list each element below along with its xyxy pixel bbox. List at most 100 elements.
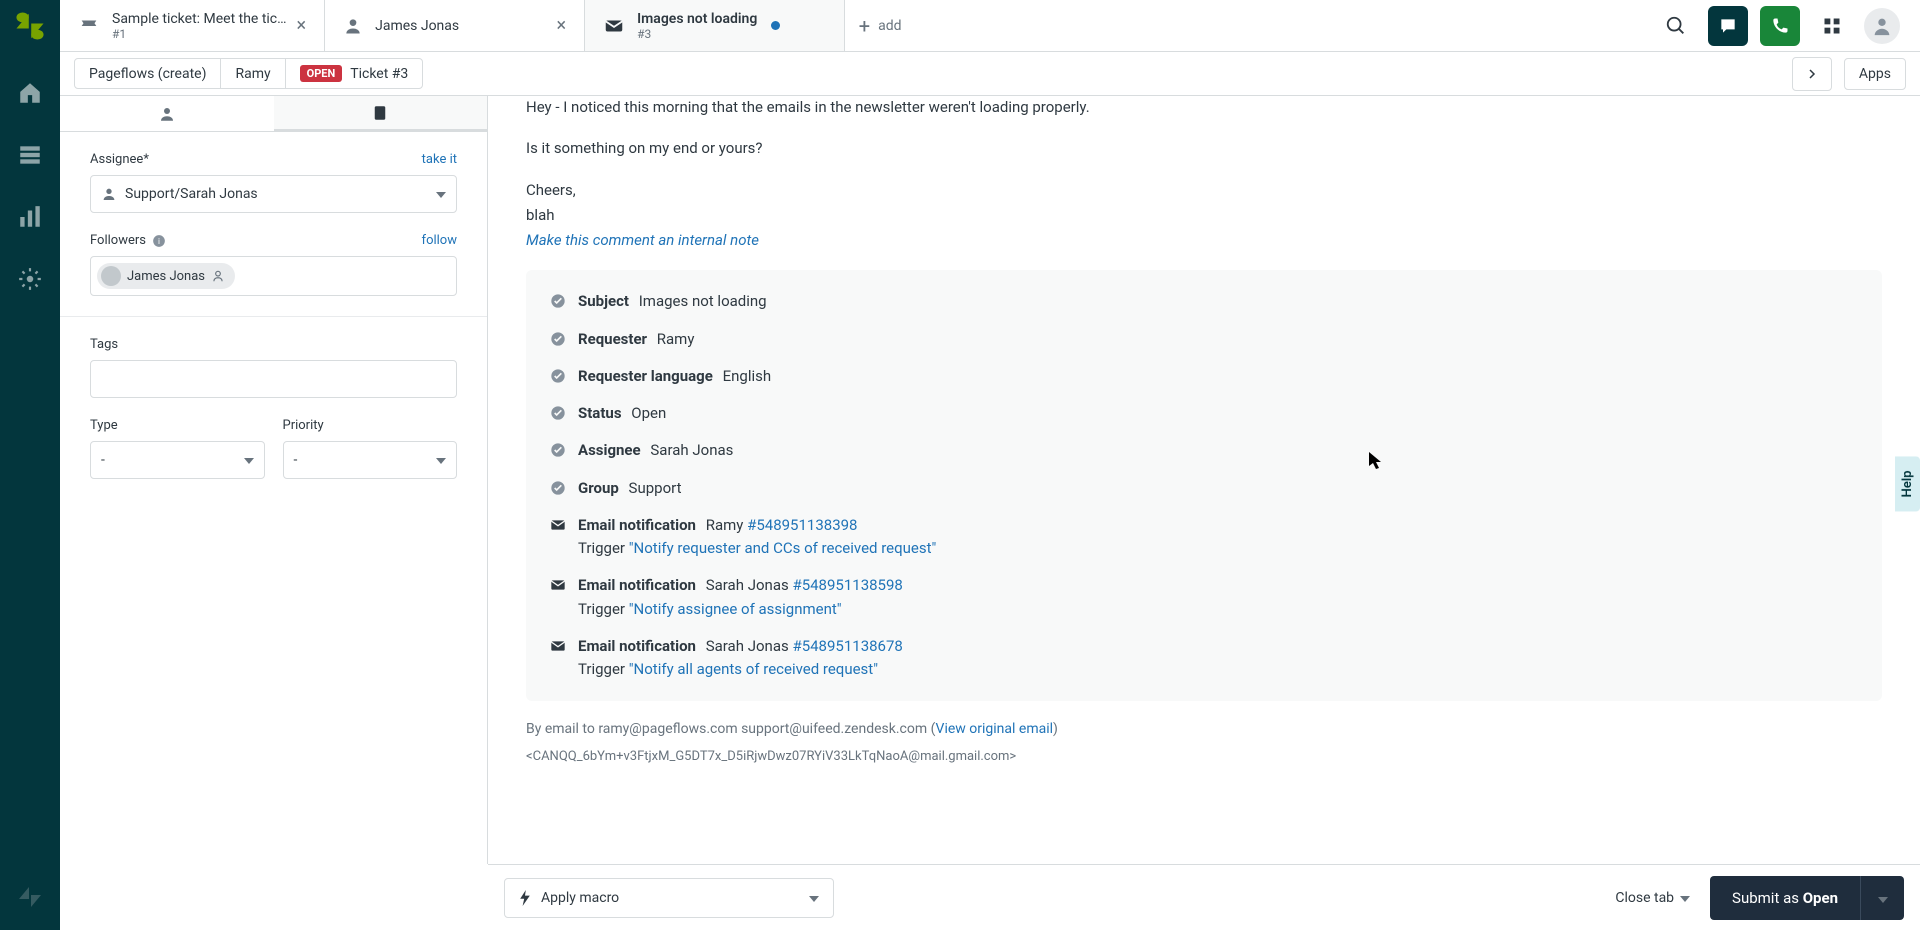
mouse-cursor-icon [1368, 451, 1384, 471]
close-tab-button[interactable]: Close tab [1615, 890, 1690, 906]
message-line: Hey - I noticed this morning that the em… [526, 96, 1882, 119]
tags-input[interactable] [90, 360, 457, 398]
status-badge: OPEN [300, 65, 343, 82]
signature: Cheers, [526, 179, 1882, 202]
type-select[interactable]: - [90, 441, 265, 479]
mail-icon [550, 517, 566, 533]
lightning-icon [519, 890, 531, 906]
apps-panel-button[interactable]: Apps [1844, 58, 1906, 90]
chevron-down-icon [1878, 888, 1888, 907]
follower-name: James Jonas [127, 269, 205, 284]
event-link[interactable]: #548951138598 [792, 576, 902, 594]
event-value: Ramy [657, 330, 695, 348]
trigger-link[interactable]: "Notify all agents of received request" [629, 660, 878, 678]
tab-ticket-1[interactable]: Sample ticket: Meet the tic… #1 × [60, 0, 325, 51]
next-ticket-button[interactable] [1792, 57, 1832, 91]
trigger-link[interactable]: "Notify requester and CCs of received re… [629, 539, 937, 557]
submit-dropdown-button[interactable] [1860, 876, 1904, 920]
message-line: Is it something on my end or yours? [526, 137, 1882, 160]
check-circle-icon [550, 405, 566, 421]
tab-title: Images not loading [637, 11, 757, 27]
event-value: Sarah Jonas [706, 637, 789, 655]
take-it-link[interactable]: take it [422, 152, 457, 167]
event-label: Group [578, 479, 619, 497]
help-tab[interactable]: Help [1895, 456, 1920, 511]
event-row: Email notification Ramy #548951138398Tri… [550, 514, 1858, 561]
event-value: Support [629, 479, 682, 497]
event-label: Email notification [578, 516, 696, 534]
make-internal-note-link[interactable]: Make this comment an internal note [526, 231, 759, 249]
check-circle-icon [550, 293, 566, 309]
event-label: Requester language [578, 367, 713, 385]
assignee-select[interactable]: Support/Sarah Jonas [90, 175, 457, 213]
chevron-down-icon [436, 186, 446, 202]
tab-title: Sample ticket: Meet the tic… [112, 11, 287, 27]
submit-button[interactable]: Submit as Open [1710, 889, 1860, 907]
event-label: Email notification [578, 576, 696, 594]
breadcrumb-org[interactable]: Pageflows (create) [75, 59, 221, 88]
chevron-down-icon [244, 452, 254, 468]
breadcrumb-ticket[interactable]: OPEN Ticket #3 [286, 59, 423, 88]
search-button[interactable] [1656, 6, 1696, 46]
ticket-events-card: Subject Images not loading Requester Ramy… [526, 270, 1882, 701]
event-label: Status [578, 404, 622, 422]
tab-user-james[interactable]: James Jonas × [325, 0, 585, 51]
views-icon[interactable] [17, 142, 43, 168]
check-circle-icon [550, 442, 566, 458]
info-icon[interactable]: i [152, 234, 166, 248]
mail-icon [550, 638, 566, 654]
user-outline-icon [211, 269, 225, 283]
follower-chip[interactable]: James Jonas [97, 263, 235, 289]
event-row: Group Support [550, 477, 1858, 500]
add-tab-button[interactable]: + add [845, 0, 915, 51]
zendesk-logo-icon[interactable] [14, 10, 46, 42]
event-link[interactable]: #548951138678 [792, 637, 902, 655]
event-row: Requester Ramy [550, 328, 1858, 351]
zendesk-footer-icon[interactable] [17, 884, 43, 910]
chevron-down-icon [809, 890, 819, 906]
event-value: Images not loading [639, 292, 767, 310]
event-label: Assignee [578, 441, 641, 459]
priority-value: - [294, 452, 298, 468]
event-value: Ramy [706, 516, 744, 534]
priority-select[interactable]: - [283, 441, 458, 479]
trigger-link[interactable]: "Notify assignee of assignment" [629, 600, 842, 618]
assignee-label: Assignee* [90, 152, 149, 167]
event-label: Email notification [578, 637, 696, 655]
close-icon[interactable]: × [287, 15, 307, 36]
call-button[interactable] [1760, 6, 1800, 46]
tab-subtitle: #1 [112, 27, 287, 41]
event-row: Email notification Sarah Jonas #54895113… [550, 574, 1858, 621]
followers-input[interactable]: James Jonas [90, 256, 457, 296]
tags-label: Tags [90, 337, 457, 352]
event-row: Requester language English [550, 365, 1858, 388]
ticket-tab[interactable] [274, 96, 488, 131]
plus-icon: + [859, 14, 870, 38]
add-tab-label: add [878, 18, 901, 34]
tab-ticket-3[interactable]: Images not loading #3 [585, 0, 845, 51]
mail-icon [550, 577, 566, 593]
admin-icon[interactable] [17, 266, 43, 292]
type-label: Type [90, 418, 265, 433]
signature: blah [526, 204, 1882, 227]
apply-macro-button[interactable]: Apply macro [504, 878, 834, 918]
breadcrumb-requester[interactable]: Ramy [221, 59, 285, 88]
tab-title: James Jonas [375, 18, 459, 34]
requester-tab[interactable] [60, 96, 274, 131]
svg-text:i: i [158, 235, 160, 245]
type-value: - [101, 452, 105, 468]
reporting-icon[interactable] [17, 204, 43, 230]
event-value: Sarah Jonas [706, 576, 789, 594]
home-icon[interactable] [17, 80, 43, 106]
profile-avatar[interactable] [1864, 8, 1900, 44]
apps-grid-button[interactable] [1812, 6, 1852, 46]
assignee-value: Support/Sarah Jonas [125, 186, 258, 202]
follow-link[interactable]: follow [422, 233, 457, 248]
event-row: Subject Images not loading [550, 290, 1858, 313]
message-body: Hey - I noticed this morning that the em… [526, 96, 1882, 252]
view-original-email-link[interactable]: View original email [936, 721, 1053, 737]
close-icon[interactable]: × [547, 15, 567, 36]
event-link[interactable]: #548951138398 [747, 516, 857, 534]
chat-button[interactable] [1708, 6, 1748, 46]
mail-icon [603, 15, 625, 37]
